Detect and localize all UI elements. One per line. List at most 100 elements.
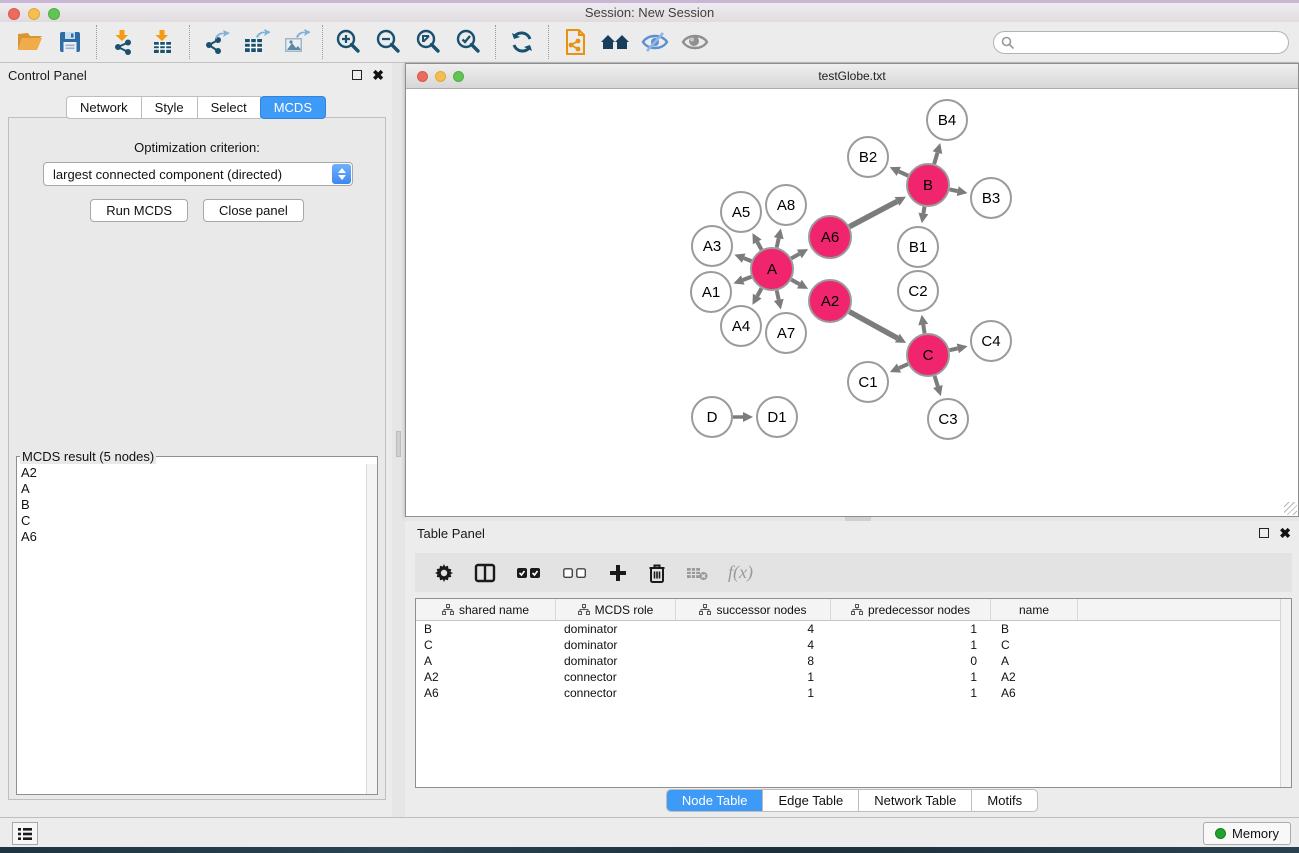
graph-node-A6[interactable]: A6 (809, 216, 851, 258)
mcds-result-item[interactable]: A6 (21, 529, 377, 545)
graph-edge-A-A8[interactable] (777, 238, 779, 247)
table-cell[interactable]: 1 (676, 670, 831, 684)
graph-edge-A-A3[interactable] (744, 258, 752, 261)
copy-network-style-icon[interactable] (555, 25, 595, 59)
criterion-select[interactable]: largest connected component (directed) (43, 162, 353, 186)
table-cell[interactable]: connector (556, 686, 676, 700)
table-cell[interactable]: 1 (831, 622, 991, 636)
tab-network-table[interactable]: Network Table (858, 790, 971, 811)
mcds-result-item[interactable]: C (21, 513, 377, 529)
graph-node-A8[interactable]: A8 (766, 185, 806, 225)
tab-motifs[interactable]: Motifs (971, 790, 1037, 811)
function-builder-icon[interactable]: f(x) (728, 562, 753, 583)
zoom-selected-icon[interactable] (449, 25, 489, 59)
graph-node-A3[interactable]: A3 (692, 226, 732, 266)
graph-node-D1[interactable]: D1 (757, 397, 797, 437)
graph-node-D[interactable]: D (692, 397, 732, 437)
graph-edge-A-A6[interactable] (791, 254, 799, 258)
graph-edge-C-C2[interactable] (923, 325, 924, 334)
graph-edge-A2-C[interactable] (849, 312, 897, 338)
graph-node-C1[interactable]: C1 (848, 362, 888, 402)
table-cell[interactable]: 1 (831, 670, 991, 684)
graph-edge-B-B3[interactable] (950, 189, 958, 191)
tab-node-table[interactable]: Node Table (667, 790, 763, 811)
graph-edge-C-C4[interactable] (949, 348, 957, 350)
table-cell[interactable]: 8 (676, 654, 831, 668)
table-cell[interactable]: 1 (676, 686, 831, 700)
show-graphics-details-icon[interactable] (675, 25, 715, 59)
memory-button[interactable]: Memory (1203, 822, 1291, 845)
graph-node-C4[interactable]: C4 (971, 321, 1011, 361)
close-panel-button[interactable]: Close panel (203, 199, 304, 222)
graph-edge-B-B4[interactable] (934, 153, 937, 164)
mcds-result-item[interactable]: B (21, 497, 377, 513)
graph-node-A[interactable]: A (751, 248, 793, 290)
save-session-icon[interactable] (50, 25, 90, 59)
column-header-predecessor-nodes[interactable]: predecessor nodes (831, 599, 991, 620)
table-cell[interactable]: 1 (831, 686, 991, 700)
table-cell[interactable]: 4 (676, 638, 831, 652)
graph-node-A4[interactable]: A4 (721, 306, 761, 346)
table-row[interactable]: Bdominator41B (416, 621, 1291, 637)
float-panel-icon[interactable] (352, 70, 362, 80)
graph-node-A5[interactable]: A5 (721, 192, 761, 232)
table-row[interactable]: Cdominator41C (416, 637, 1291, 653)
table-cell[interactable]: dominator (556, 622, 676, 636)
toggle-column-view-icon[interactable] (474, 563, 496, 583)
search-input[interactable] (1020, 35, 1288, 50)
vertical-splitter[interactable] (392, 63, 405, 817)
zoom-out-icon[interactable] (369, 25, 409, 59)
graph-node-B1[interactable]: B1 (898, 227, 938, 267)
graph-node-C2[interactable]: C2 (898, 271, 938, 311)
task-history-button[interactable] (12, 822, 38, 845)
table-cell[interactable]: 1 (831, 638, 991, 652)
search-field[interactable] (993, 31, 1289, 54)
deselect-all-columns-icon[interactable] (562, 566, 588, 580)
refresh-icon[interactable] (502, 25, 542, 59)
graph-edge-C-C3[interactable] (935, 376, 938, 387)
table-cell[interactable]: C (416, 638, 556, 652)
graph-edge-A-A4[interactable] (757, 288, 761, 296)
import-network-icon[interactable] (103, 25, 143, 59)
network-canvas[interactable]: B4B2BB3B1A5A8A6A3AA1A2C2A4A7CC4C1C3DD1 (406, 89, 1298, 516)
delete-table-icon[interactable] (686, 565, 708, 581)
network-window-titlebar[interactable]: testGlobe.txt (406, 64, 1298, 89)
table-cell[interactable]: B (991, 622, 1078, 636)
window-resize-grip[interactable] (1284, 502, 1297, 515)
hide-graphics-details-icon[interactable] (635, 25, 675, 59)
graph-edge-A-A1[interactable] (743, 277, 752, 280)
graph-node-B2[interactable]: B2 (848, 137, 888, 177)
tab-style[interactable]: Style (141, 96, 198, 119)
table-settings-icon[interactable] (434, 563, 454, 583)
column-header-MCDS-role[interactable]: MCDS role (556, 599, 676, 620)
zoom-in-icon[interactable] (329, 25, 369, 59)
column-header-shared-name[interactable]: shared name (416, 599, 556, 620)
table-row[interactable]: A6connector11A6 (416, 685, 1291, 701)
table-cell[interactable]: connector (556, 670, 676, 684)
table-cell[interactable]: 4 (676, 622, 831, 636)
graph-edge-A6-B[interactable] (849, 201, 897, 226)
table-cell[interactable]: B (416, 622, 556, 636)
table-cell[interactable]: A6 (416, 686, 556, 700)
delete-columns-icon[interactable] (648, 563, 666, 583)
table-scrollbar[interactable] (1280, 599, 1291, 787)
mcds-result-list[interactable]: A2ABCA6 (17, 464, 377, 545)
table-cell[interactable]: A (416, 654, 556, 668)
tab-mcds[interactable]: MCDS (260, 96, 326, 119)
table-cell[interactable]: 0 (831, 654, 991, 668)
column-header-name[interactable]: name (991, 599, 1078, 620)
tab-network[interactable]: Network (66, 96, 142, 119)
graph-node-B4[interactable]: B4 (927, 100, 967, 140)
table-cell[interactable]: A6 (991, 686, 1078, 700)
close-panel-icon[interactable]: ✖ (372, 70, 384, 80)
home-layouts-icon[interactable] (595, 25, 635, 59)
table-cell[interactable]: A2 (416, 670, 556, 684)
table-row[interactable]: A2connector11A2 (416, 669, 1291, 685)
graph-edge-B-B1[interactable] (923, 207, 924, 214)
graph-edge-C-C1[interactable] (899, 364, 908, 368)
result-scrollbar[interactable] (366, 464, 377, 794)
run-mcds-button[interactable]: Run MCDS (90, 199, 188, 222)
graph-edge-A-A5[interactable] (757, 242, 761, 250)
open-session-icon[interactable] (10, 25, 50, 59)
float-table-panel-icon[interactable] (1259, 528, 1269, 538)
